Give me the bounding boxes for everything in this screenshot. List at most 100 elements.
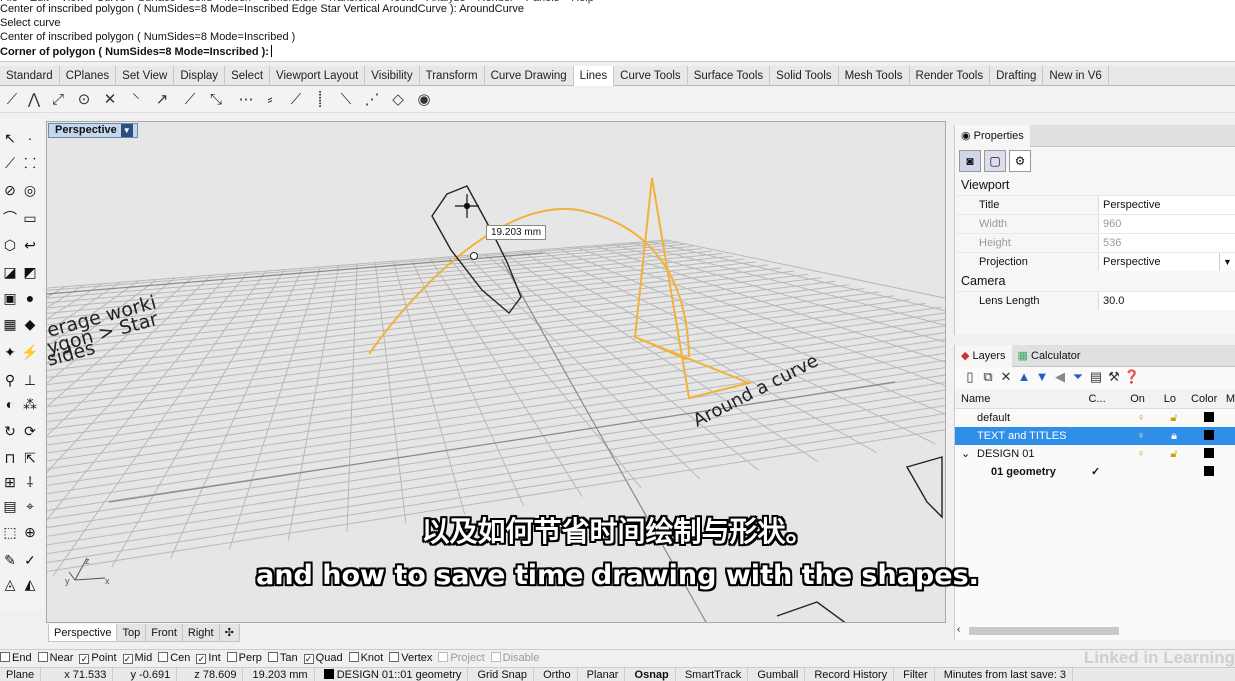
- tab-display[interactable]: Display: [174, 66, 226, 86]
- osnap-checkbox[interactable]: [438, 652, 449, 662]
- header-current[interactable]: C...: [1085, 389, 1122, 408]
- tab-calculator[interactable]: ▦ Calculator: [1012, 345, 1087, 367]
- osnap-checkbox[interactable]: [0, 652, 10, 662]
- osnap-perp[interactable]: Perp: [226, 650, 262, 667]
- angle-line-icon[interactable]: ⟍: [336, 90, 356, 110]
- surface-normal-line-icon[interactable]: ⸗: [260, 90, 280, 110]
- ortho-toggle[interactable]: Ortho: [537, 668, 578, 681]
- gumball-toggle[interactable]: Gumball: [751, 668, 806, 681]
- layer-row[interactable]: default ♀ 🔓︎: [955, 409, 1235, 427]
- osnap-point[interactable]: ✓ Point: [79, 650, 117, 667]
- angled-line-icon[interactable]: ↗: [152, 90, 172, 110]
- cplane-status[interactable]: Plane: [0, 668, 42, 681]
- planar-toggle[interactable]: Planar: [581, 668, 626, 681]
- dimension-tool-icon[interactable]: ⊓: [0, 448, 20, 468]
- perpendicular-line-icon[interactable]: ✕: [100, 90, 120, 110]
- extrude-icon[interactable]: ◪: [0, 262, 20, 282]
- rectangle-tool-icon[interactable]: ▭: [20, 208, 40, 228]
- align-tool-icon[interactable]: ⊥: [20, 370, 40, 390]
- osnap-int[interactable]: ✓ Int: [196, 650, 221, 667]
- tab-curve-drawing[interactable]: Curve Drawing: [485, 66, 574, 86]
- grid-snap-toggle[interactable]: Grid Snap: [472, 668, 535, 681]
- move-out-icon[interactable]: ◀: [1051, 369, 1069, 385]
- move-down-icon[interactable]: ▼: [1033, 369, 1051, 384]
- tab-select[interactable]: Select: [225, 66, 271, 86]
- osnap-checkbox[interactable]: ✓: [196, 654, 207, 664]
- new-sublayer-icon[interactable]: ⧉: [979, 369, 997, 385]
- box-tool-icon[interactable]: ▣: [0, 288, 20, 308]
- osnap-near[interactable]: Near: [37, 650, 73, 667]
- layer-name[interactable]: TEXT and TITLES: [955, 427, 1087, 445]
- osnap-disable[interactable]: Disable: [490, 650, 539, 667]
- tab-mesh-tools[interactable]: Mesh Tools: [839, 66, 910, 86]
- layer-color[interactable]: [1191, 409, 1227, 427]
- osnap-vertex[interactable]: Vertex: [389, 650, 432, 667]
- move-up-icon[interactable]: ▲: [1015, 369, 1033, 384]
- snap-tool-icon[interactable]: ⇱: [20, 448, 40, 468]
- lock-icon[interactable]: 🔒︎: [1157, 427, 1191, 445]
- osnap-project[interactable]: Project: [438, 650, 485, 667]
- line-icon[interactable]: ⟋: [2, 90, 22, 110]
- transform-tool-icon[interactable]: ⚡: [20, 342, 40, 362]
- viewport-tab-top[interactable]: Top: [116, 624, 147, 642]
- point-icon[interactable]: ·: [20, 128, 40, 148]
- scrollbar-thumb[interactable]: [969, 627, 1119, 635]
- lightbulb-icon[interactable]: ♀: [1125, 427, 1157, 445]
- header-material[interactable]: M: [1222, 389, 1235, 408]
- projection-select[interactable]: Perspective ▼: [1098, 253, 1235, 271]
- layer-states-icon[interactable]: ▤: [1087, 369, 1105, 385]
- osnap-checkbox[interactable]: ✓: [122, 654, 133, 664]
- polygon-tool-icon[interactable]: ⬡: [0, 235, 20, 255]
- property-value[interactable]: Perspective: [1098, 196, 1235, 214]
- tab-curve-tools[interactable]: Curve Tools: [614, 66, 688, 86]
- tab-render-tools[interactable]: Render Tools: [910, 66, 991, 86]
- array-tool-icon[interactable]: ⚲: [0, 370, 20, 390]
- unlock-icon[interactable]: 🔓︎: [1157, 445, 1191, 463]
- osnap-cen[interactable]: Cen: [158, 650, 190, 667]
- boolean-tool-icon[interactable]: ◐: [0, 394, 20, 414]
- hatch-tool-icon[interactable]: ⸸: [20, 472, 40, 492]
- render-settings-icon[interactable]: ⚙: [1009, 150, 1031, 172]
- osnap-checkbox[interactable]: ✓: [79, 654, 90, 664]
- select-icon[interactable]: ↖: [0, 128, 20, 148]
- arc-tool-icon[interactable]: ⌒: [0, 208, 20, 228]
- tab-lines[interactable]: Lines: [573, 66, 615, 86]
- layer-color[interactable]: [1191, 427, 1227, 445]
- osnap-tan[interactable]: Tan: [267, 650, 298, 667]
- solid-tool-icon[interactable]: ◆: [20, 314, 40, 334]
- osnap-checkbox[interactable]: [389, 652, 400, 662]
- delete-layer-icon[interactable]: ✕: [997, 369, 1015, 385]
- extend-line-icon[interactable]: ◇: [388, 90, 408, 110]
- lightbulb-icon[interactable]: ♀: [1125, 409, 1157, 427]
- osnap-checkbox[interactable]: [158, 652, 169, 662]
- property-row-title[interactable]: Title Perspective: [955, 195, 1235, 214]
- unlock-icon[interactable]: 🔓︎: [1157, 409, 1191, 427]
- chevron-down-icon[interactable]: ▼: [1219, 253, 1235, 271]
- polyline-icon[interactable]: ⋀: [24, 90, 44, 110]
- osnap-checkbox[interactable]: [226, 652, 237, 662]
- rotate-tool-icon[interactable]: ↻: [0, 421, 20, 441]
- osnap-knot[interactable]: Knot: [348, 650, 383, 667]
- layer-on-cell[interactable]: [1125, 463, 1157, 481]
- line-segments-icon[interactable]: ⤢: [48, 90, 68, 110]
- menu-item-help[interactable]: Help: [571, 0, 594, 4]
- header-on[interactable]: On: [1122, 389, 1153, 408]
- layer-name[interactable]: DESIGN 01: [977, 448, 1034, 460]
- viewport-title[interactable]: Perspective ▼: [48, 123, 138, 138]
- osnap-checkbox[interactable]: [37, 652, 48, 662]
- record-history-toggle[interactable]: Record History: [808, 668, 895, 681]
- property-row-lens-length[interactable]: Lens Length 30.0: [955, 291, 1235, 310]
- layer-color[interactable]: [1191, 445, 1227, 463]
- tab-set-view[interactable]: Set View: [116, 66, 175, 86]
- tab-standard[interactable]: Standard: [0, 66, 60, 86]
- layer-row[interactable]: ⌄ DESIGN 01 ♀ 🔓︎: [955, 445, 1235, 463]
- property-value[interactable]: 30.0: [1098, 292, 1235, 310]
- display-frame-icon[interactable]: ▢: [984, 150, 1006, 172]
- vertical-line-icon[interactable]: ⟋: [286, 90, 306, 110]
- group-tool-icon[interactable]: ⁂: [20, 394, 40, 414]
- osnap-mid[interactable]: ✓ Mid: [122, 650, 152, 667]
- globe-icon[interactable]: ◉: [414, 90, 434, 110]
- add-viewport-tab-icon[interactable]: ✣: [218, 624, 240, 642]
- tab-visibility[interactable]: Visibility: [365, 66, 420, 86]
- polyline-tool-icon[interactable]: ⟋: [0, 153, 20, 173]
